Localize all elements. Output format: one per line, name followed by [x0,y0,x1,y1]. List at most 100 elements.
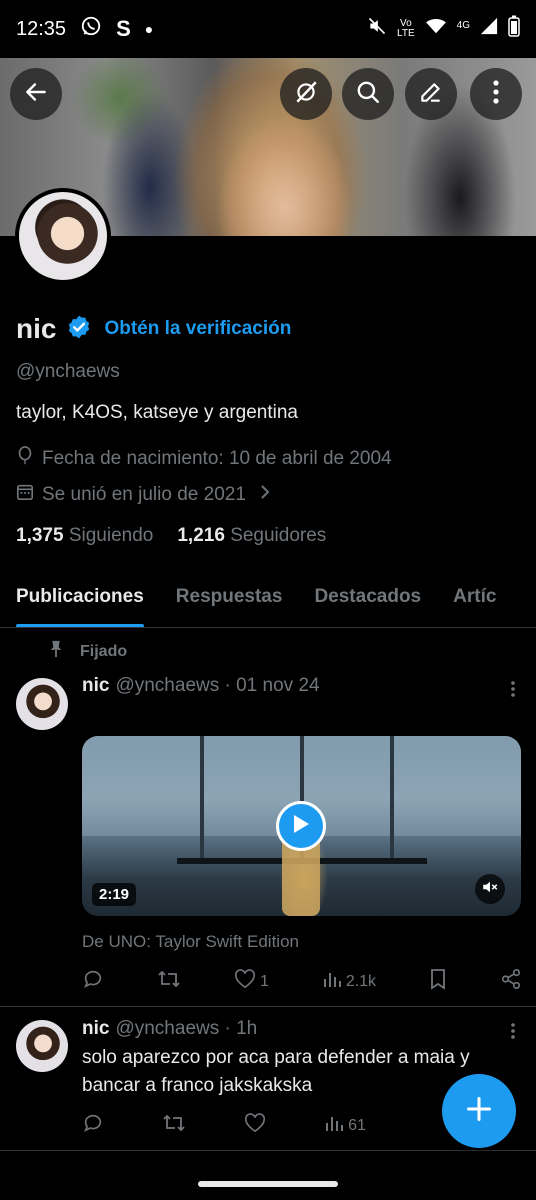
balloon-icon [16,446,34,472]
reply-icon [82,968,104,995]
post-avatar[interactable] [16,1020,68,1072]
mute-button[interactable] [475,874,505,904]
compose-button[interactable] [442,1074,516,1148]
play-button[interactable] [276,801,326,851]
bar-chart-icon [324,1113,344,1138]
tab-label: Respuestas [175,586,283,607]
post-video[interactable]: 2:19 [82,736,521,916]
gesture-nav-bar[interactable] [198,1181,338,1187]
post-author-name[interactable]: nic [82,1018,109,1040]
followers-label: Seguidores [230,525,327,546]
pin-icon [48,640,64,663]
edit-icon [418,79,444,110]
post-meta: @ynchaews · 01 nov 24 [115,675,320,696]
following-count: 1,375 [16,525,64,546]
play-icon [291,813,311,840]
view-count: 61 [348,1116,366,1134]
profile-name: nic [16,313,57,344]
more-vertical-icon [492,79,500,110]
back-button[interactable] [10,68,62,120]
status-bar: 12:35 S ● Vo LTE 4G [0,0,536,58]
bookmark-icon [429,968,447,995]
heart-icon [244,1113,266,1138]
birthdate-text: Fecha de nacimiento: 10 de abril de 2004 [42,448,392,469]
followers-link[interactable]: 1,216 Seguidores [177,525,326,547]
wifi-icon [425,17,447,41]
post-divider [0,1006,536,1007]
joined-row[interactable]: Se unió en julio de 2021 [16,483,270,507]
volume-muted-icon [481,878,499,901]
like-count: 1 [259,972,269,990]
reply-button[interactable] [82,1112,104,1139]
profile-avatar[interactable] [15,188,111,284]
plus-icon [465,1095,493,1128]
profile-bio: taylor, K4OS, katseye y argentina [16,402,298,423]
heart-icon [234,969,256,994]
pinned-label: Fijado [80,642,128,660]
repost-button[interactable] [157,968,181,995]
joined-text: Se unió en julio de 2021 [42,484,246,505]
dot-icon: ● [144,21,154,37]
tab-label: Destacados [314,586,422,607]
battery-icon [508,15,520,43]
search-button[interactable] [342,68,394,120]
network-type: 4G [456,20,470,31]
volte-icon: Vo LTE [397,19,415,39]
video-duration: 2:19 [92,883,137,906]
tab-label: Artíc [453,586,497,607]
following-link[interactable]: 1,375 Siguiendo [16,525,153,547]
post-header: nic @ynchaews · 01 nov 24 [82,675,320,697]
following-label: Siguiendo [68,525,154,546]
tab-label: Publicaciones [16,586,144,607]
profile-tabs: Publicaciones Respuestas Destacados Artí… [0,572,536,628]
tab-publicaciones[interactable]: Publicaciones [0,572,160,627]
reply-icon [82,1112,104,1139]
post-divider [0,1150,536,1151]
post-meta: @ynchaews · 1h [115,1018,258,1039]
post-author-name[interactable]: nic [82,675,109,697]
bookmark-button[interactable] [429,968,447,995]
mute-icon [367,16,387,42]
grok-button[interactable] [280,68,332,120]
followers-count: 1,216 [177,525,225,546]
share-button[interactable] [500,968,522,995]
bar-chart-icon [322,969,342,994]
profile-handle: @ynchaews [16,361,120,382]
repost-button[interactable] [162,1112,186,1139]
views-button[interactable]: 61 [324,1113,366,1138]
more-vertical-icon [510,681,516,703]
verified-badge-icon [66,314,92,345]
chevron-right-icon [260,484,270,506]
search-icon [355,79,381,110]
post-more-button[interactable] [510,1022,516,1040]
like-button[interactable] [244,1113,266,1138]
views-button[interactable]: 2.1k [322,969,376,994]
edit-button[interactable] [405,68,457,120]
reply-button[interactable] [82,968,104,995]
s-app-icon: S [116,16,131,41]
tab-respuestas[interactable]: Respuestas [160,572,299,627]
back-arrow-icon [23,79,49,110]
tab-destacados[interactable]: Destacados [298,572,437,627]
active-tab-indicator [16,624,144,627]
whatsapp-icon [80,15,102,43]
view-count: 2.1k [345,972,377,990]
post-actions: 1 2.1k [82,968,522,995]
tab-articulos[interactable]: Artíc [437,572,512,627]
repost-icon [157,968,181,995]
post-avatar[interactable] [16,678,68,730]
get-verified-link[interactable]: Obtén la verificación [104,318,291,340]
more-options-button[interactable] [470,68,522,120]
grok-icon [293,79,319,110]
repost-icon [162,1112,186,1139]
more-vertical-icon [510,1023,516,1045]
post-header: nic @ynchaews · 1h [82,1018,257,1040]
signal-icon [480,17,498,41]
video-source[interactable]: De UNO: Taylor Swift Edition [82,932,299,952]
share-icon [500,968,522,995]
post-more-button[interactable] [510,680,516,698]
pinned-indicator: Fijado [48,640,127,663]
like-button[interactable]: 1 [234,969,269,994]
volte-bottom: LTE [397,28,415,39]
birthdate-row: Fecha de nacimiento: 10 de abril de 2004 [16,446,392,472]
